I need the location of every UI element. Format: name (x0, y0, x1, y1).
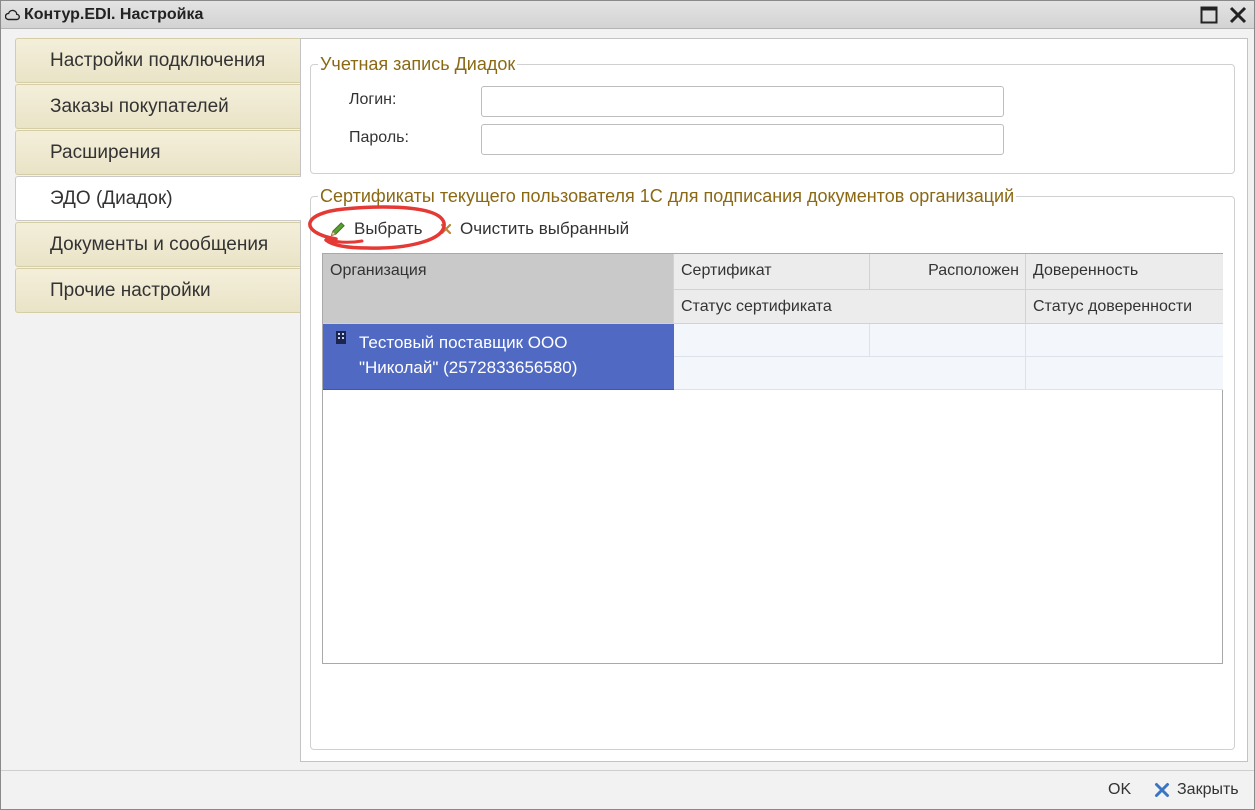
table-row-organization[interactable]: Тестовый поставщик ООО "Николай" (257283… (323, 324, 674, 390)
maximize-icon[interactable] (1200, 6, 1218, 24)
tab-edo-diadoc[interactable]: ЭДО (Диадок) (15, 176, 301, 221)
tab-documents-messages[interactable]: Документы и сообщения (15, 222, 300, 267)
header-organization[interactable]: Организация (323, 254, 674, 324)
header-power-of-attorney[interactable]: Доверенность (1026, 254, 1223, 290)
clear-x-icon (440, 223, 452, 235)
organization-name-line-2: "Николай" (2572833656580) (359, 358, 578, 377)
close-button[interactable]: Закрыть (1154, 779, 1239, 801)
tab-connection-settings[interactable]: Настройки подключения (15, 38, 300, 83)
ok-button[interactable]: OK (1108, 779, 1131, 801)
cell-power-of-attorney[interactable] (1026, 324, 1223, 357)
title-bar: Контур.EDI. Настройка (0, 0, 1255, 29)
password-label: Пароль: (349, 129, 409, 146)
certificates-table[interactable]: Организация Сертификат Расположен Довере… (322, 253, 1223, 664)
pencil-icon (330, 222, 345, 237)
window-title: Контур.EDI. Настройка (24, 6, 204, 23)
tab-other-settings[interactable]: Прочие настройки (15, 268, 300, 313)
cloud-icon (5, 9, 20, 21)
header-location[interactable]: Расположен (870, 254, 1026, 290)
account-legend: Учетная запись Диадок (318, 53, 518, 75)
login-input[interactable] (481, 86, 1004, 117)
cell-location[interactable] (870, 324, 1026, 357)
footer-bar: OK Закрыть (0, 770, 1255, 810)
cell-certificate-status[interactable] (674, 357, 1026, 390)
tab-list: Настройки подключения Заказы покупателей… (15, 38, 301, 313)
close-x-icon (1155, 783, 1169, 797)
building-icon (336, 331, 346, 344)
account-groupbox (310, 64, 1235, 174)
tab-customer-orders[interactable]: Заказы покупателей (15, 84, 300, 129)
clear-selected-button[interactable]: Очистить выбранный (440, 217, 629, 241)
certificates-legend: Сертификаты текущего пользователя 1С для… (318, 185, 1017, 207)
select-button[interactable]: Выбрать (329, 217, 422, 241)
login-label: Логин: (349, 91, 397, 108)
select-button-label: Выбрать (354, 219, 423, 238)
close-icon[interactable] (1229, 6, 1247, 24)
password-input[interactable] (481, 124, 1004, 155)
clear-selected-label: Очистить выбранный (460, 219, 630, 238)
header-certificate[interactable]: Сертификат (674, 254, 870, 290)
header-certificate-status[interactable]: Статус сертификата (674, 290, 1026, 324)
close-button-label: Закрыть (1177, 781, 1239, 798)
cell-certificate[interactable] (674, 324, 870, 357)
cell-poa-status[interactable] (1026, 357, 1223, 390)
header-poa-status[interactable]: Статус доверенности (1026, 290, 1223, 324)
organization-name-line-1: Тестовый поставщик ООО (359, 333, 568, 352)
tab-extensions[interactable]: Расширения (15, 130, 300, 175)
